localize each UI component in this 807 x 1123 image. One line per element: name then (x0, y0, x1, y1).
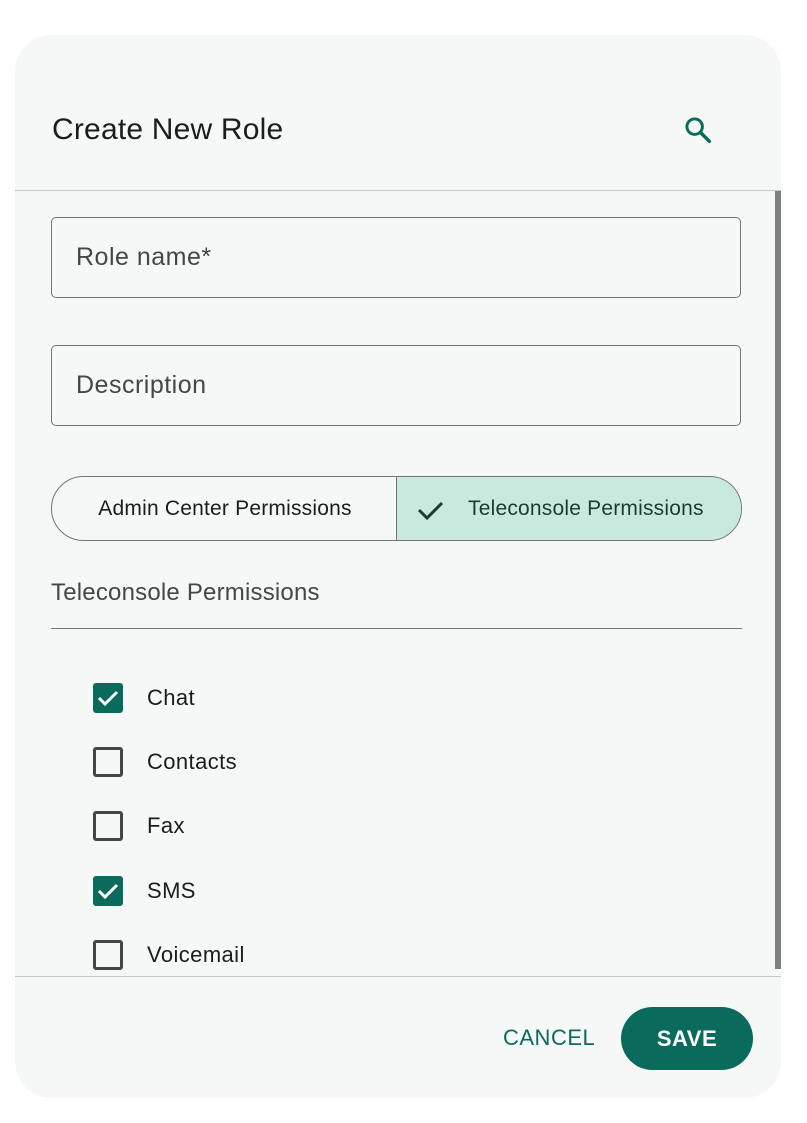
dialog-footer: CANCEL SAVE (15, 976, 781, 1098)
permission-label: Chat (147, 685, 196, 710)
cancel-button[interactable]: CANCEL (487, 1007, 611, 1069)
permission-label: Fax (147, 813, 185, 838)
checkbox[interactable] (93, 940, 123, 970)
search-icon (685, 117, 712, 144)
checkbox[interactable] (93, 683, 123, 713)
role-name-input[interactable] (52, 218, 740, 297)
permission-type-toggle: Admin Center Permissions Teleconsole Per… (51, 476, 742, 541)
tab-teleconsole-permissions[interactable]: Teleconsole Permissions (396, 477, 741, 540)
checkmark-icon (97, 883, 119, 900)
permission-label: Contacts (147, 749, 238, 774)
description-field[interactable] (51, 345, 741, 426)
permission-fax[interactable]: Fax (93, 810, 185, 842)
tab-label: Teleconsole Permissions (468, 496, 704, 520)
create-role-dialog: Create New Role Admin Center Permissions… (15, 35, 781, 1098)
dialog-header: Create New Role (15, 35, 781, 191)
tab-admin-center-permissions[interactable]: Admin Center Permissions (52, 477, 396, 540)
scrollbar[interactable] (775, 191, 781, 969)
section-title: Teleconsole Permissions (51, 579, 320, 606)
role-name-field[interactable] (51, 217, 741, 298)
description-input[interactable] (52, 346, 740, 425)
permission-voicemail[interactable]: Voicemail (93, 939, 245, 971)
checkmark-icon (97, 690, 119, 707)
permission-label: Voicemail (147, 942, 245, 967)
permission-label: SMS (147, 878, 196, 903)
section-divider (51, 628, 742, 629)
checkbox[interactable] (93, 876, 123, 906)
checkbox[interactable] (93, 747, 123, 777)
tab-label: Admin Center Permissions (98, 496, 352, 520)
permission-chat[interactable]: Chat (93, 682, 195, 714)
dialog-title: Create New Role (52, 113, 284, 146)
dialog-content[interactable]: Admin Center Permissions Teleconsole Per… (15, 191, 781, 975)
permission-sms[interactable]: SMS (93, 875, 196, 907)
save-button[interactable]: SAVE (621, 1007, 753, 1070)
check-icon (417, 501, 444, 521)
permission-contacts[interactable]: Contacts (93, 746, 237, 778)
search-button[interactable] (674, 106, 722, 154)
checkbox[interactable] (93, 811, 123, 841)
